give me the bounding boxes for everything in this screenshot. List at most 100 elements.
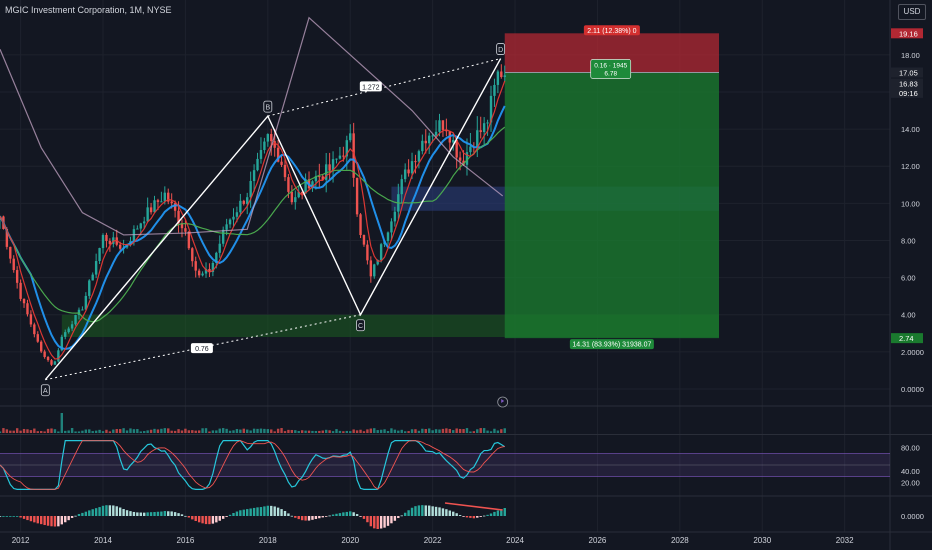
volume-bar [160, 428, 163, 433]
volume-bar [70, 428, 74, 433]
volume-bar [12, 430, 15, 433]
candle [431, 135, 434, 137]
rsi-tick-label: 20.00 [901, 478, 920, 487]
volume-bar [393, 429, 397, 433]
volume-bar [294, 430, 297, 433]
candle [191, 248, 194, 262]
macd-bar [228, 514, 232, 516]
volume-bar [383, 429, 386, 433]
volume-bar [355, 430, 359, 433]
volume-bar [167, 428, 170, 433]
volume-bar [81, 430, 84, 433]
volume-bar [118, 429, 122, 433]
time-tick-label: 2018 [259, 536, 277, 545]
macd-bar [263, 506, 266, 516]
volume-bar [390, 428, 393, 433]
candle [479, 130, 482, 133]
macd-bar [246, 509, 249, 516]
macd-bar [122, 509, 125, 516]
macd-bar [60, 516, 64, 525]
candle [98, 248, 101, 262]
time-tick-label: 2012 [12, 536, 30, 545]
macd-bar [280, 509, 283, 516]
volume-bar [273, 431, 276, 433]
macd-bar [70, 516, 74, 518]
candle [43, 351, 46, 357]
macd-bar [486, 514, 489, 516]
macd-bar [218, 516, 221, 521]
macd-bar [421, 505, 424, 516]
macd-bar [84, 511, 88, 516]
volume-bar [177, 429, 180, 433]
volume-bar [46, 428, 50, 433]
volume-bar [88, 429, 91, 433]
volume-bar [479, 428, 482, 433]
macd-bar [88, 510, 91, 516]
volume-bar [125, 430, 129, 433]
candle [105, 234, 108, 241]
candle [441, 120, 445, 130]
candle [386, 232, 390, 241]
candle [438, 120, 441, 132]
macd-bar [118, 507, 122, 516]
macd-bar [221, 516, 225, 519]
candle [290, 191, 294, 203]
volume-bar [462, 429, 465, 433]
macd-bar [101, 505, 105, 516]
volume-bar [307, 430, 311, 433]
volume-bar [50, 428, 53, 433]
candle [369, 260, 373, 277]
candle [118, 244, 122, 249]
volume-bar [452, 430, 455, 433]
macd-bar [91, 509, 94, 516]
candle [201, 273, 204, 276]
volume-bar [33, 428, 36, 433]
macd-bar [482, 515, 486, 517]
candle [294, 197, 297, 203]
macd-bar [376, 516, 379, 529]
take-profit-zone[interactable] [504, 72, 720, 339]
macd-bar [22, 516, 26, 519]
candle [359, 214, 362, 236]
volume-bar [170, 430, 173, 433]
macd-bar [215, 516, 218, 523]
candle [403, 169, 407, 180]
macd-bar [74, 515, 77, 517]
volume-bar [184, 428, 187, 433]
macd-bar [197, 516, 201, 523]
candle [366, 244, 369, 261]
candle [46, 356, 50, 361]
ratio-label: 1.272 [362, 84, 380, 91]
macd-bar [294, 516, 297, 518]
rsi-tick-label: 40.00 [901, 467, 920, 476]
volume-bar [194, 430, 197, 433]
candle [33, 324, 36, 335]
volume-bar [482, 428, 486, 433]
ratio-label: 0.76 [195, 346, 209, 353]
candle [242, 200, 245, 204]
volume-bar [311, 430, 314, 433]
volume-bar [280, 428, 283, 433]
macd-bar [438, 507, 441, 516]
symbol-title[interactable]: MGIC Investment Corporation, 1M, NYSE [5, 5, 172, 15]
candle [108, 240, 112, 244]
candle [342, 155, 345, 157]
macd-bar [338, 513, 342, 516]
macd-bar [493, 511, 496, 516]
macd-bar [184, 515, 187, 517]
macd-bar [390, 516, 393, 524]
currency-button[interactable]: USD [898, 4, 926, 20]
macd-bar [259, 507, 263, 516]
macd-bar [40, 516, 43, 525]
volume-bar [465, 428, 469, 433]
volume-bar [36, 431, 39, 433]
volume-bar [129, 428, 132, 433]
candle [434, 131, 438, 136]
chart-canvas[interactable]: ABCD1.2720.762.11 (12.38%) 00.16 · 19456… [0, 0, 932, 550]
volume-bar [489, 431, 493, 433]
macd-bar [201, 516, 204, 524]
volume-bar [318, 430, 321, 433]
candle [486, 122, 489, 124]
volume-bar [197, 430, 201, 433]
macd-bar [379, 516, 383, 529]
